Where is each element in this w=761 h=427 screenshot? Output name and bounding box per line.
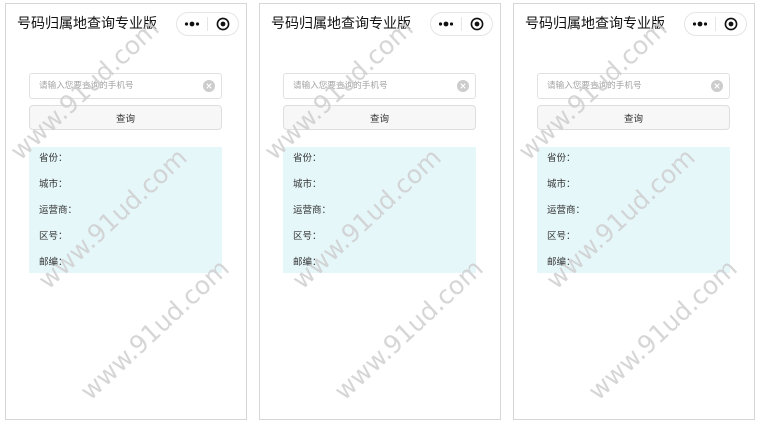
- city-label: 城市：: [547, 179, 576, 190]
- postcode-label: 邮编：: [547, 257, 576, 268]
- result-row-area-code: 区号：: [293, 225, 476, 251]
- nav-bar: 号码归属地查询专业版: [260, 4, 500, 46]
- search-box: [283, 73, 476, 99]
- phone-number-input[interactable]: [284, 74, 475, 98]
- area-code-label: 区号：: [39, 231, 68, 242]
- close-icon: [216, 17, 230, 31]
- phone-number-input[interactable]: [30, 74, 221, 98]
- area-code-label: 区号：: [293, 231, 322, 242]
- result-row-province: 省份：: [547, 147, 730, 173]
- more-button[interactable]: [431, 13, 461, 35]
- more-button[interactable]: [685, 13, 715, 35]
- province-label: 省份：: [39, 153, 68, 164]
- search-box: [29, 73, 222, 99]
- result-panel: 省份： 城市： 运营商： 区号： 邮编：: [283, 147, 476, 273]
- close-button[interactable]: [462, 13, 492, 35]
- carrier-label: 运营商：: [547, 205, 586, 216]
- result-row-area-code: 区号：: [547, 225, 730, 251]
- close-button[interactable]: [208, 13, 238, 35]
- area-code-label: 区号：: [547, 231, 576, 242]
- more-button[interactable]: [177, 13, 207, 35]
- result-row-postcode: 邮编：: [293, 251, 476, 277]
- query-button-label: 查询: [369, 113, 389, 125]
- province-label: 省份：: [293, 153, 322, 164]
- result-row-carrier: 运营商：: [293, 199, 476, 225]
- nav-bar: 号码归属地查询专业版: [514, 4, 754, 46]
- city-label: 城市：: [39, 179, 68, 190]
- result-panel: 省份： 城市： 运营商： 区号： 邮编：: [537, 147, 730, 273]
- carrier-label: 运营商：: [39, 205, 78, 216]
- capsule-menu: [430, 12, 493, 36]
- clear-icon[interactable]: [711, 80, 723, 92]
- close-icon: [470, 17, 484, 31]
- close-button[interactable]: [716, 13, 746, 35]
- phone-screen-3: 号码归属地查询专业版 查询 省份： 城市：: [513, 3, 755, 420]
- result-row-area-code: 区号：: [39, 225, 222, 251]
- search-box: [537, 73, 730, 99]
- result-panel: 省份： 城市： 运营商： 区号： 邮编：: [29, 147, 222, 273]
- query-button[interactable]: 查询: [283, 105, 476, 130]
- province-label: 省份：: [547, 153, 576, 164]
- nav-bar: 号码归属地查询专业版: [6, 4, 246, 46]
- page-title: 号码归属地查询专业版: [17, 16, 157, 32]
- result-row-city: 城市：: [39, 173, 222, 199]
- result-row-carrier: 运营商：: [39, 199, 222, 225]
- result-row-postcode: 邮编：: [547, 251, 730, 277]
- phone-number-input[interactable]: [538, 74, 729, 98]
- page-title: 号码归属地查询专业版: [525, 16, 665, 32]
- city-label: 城市：: [293, 179, 322, 190]
- result-row-province: 省份：: [39, 147, 222, 173]
- more-icon: [438, 20, 454, 28]
- more-icon: [184, 20, 200, 28]
- capsule-menu: [176, 12, 239, 36]
- capsule-menu: [684, 12, 747, 36]
- clear-icon[interactable]: [457, 80, 469, 92]
- carrier-label: 运营商：: [293, 205, 332, 216]
- query-button[interactable]: 查询: [29, 105, 222, 130]
- more-icon: [692, 20, 708, 28]
- result-row-postcode: 邮编：: [39, 251, 222, 277]
- query-button-label: 查询: [115, 113, 135, 125]
- query-button[interactable]: 查询: [537, 105, 730, 130]
- result-row-province: 省份：: [293, 147, 476, 173]
- postcode-label: 邮编：: [293, 257, 322, 268]
- query-button-label: 查询: [623, 113, 643, 125]
- result-row-carrier: 运营商：: [547, 199, 730, 225]
- result-row-city: 城市：: [547, 173, 730, 199]
- phone-screen-2: 号码归属地查询专业版 查询 省份： 城市：: [259, 3, 501, 420]
- page-title: 号码归属地查询专业版: [271, 16, 411, 32]
- postcode-label: 邮编：: [39, 257, 68, 268]
- result-row-city: 城市：: [293, 173, 476, 199]
- clear-icon[interactable]: [203, 80, 215, 92]
- phone-screen-1: 号码归属地查询专业版 查询 省份： 城市：: [5, 3, 247, 420]
- close-icon: [724, 17, 738, 31]
